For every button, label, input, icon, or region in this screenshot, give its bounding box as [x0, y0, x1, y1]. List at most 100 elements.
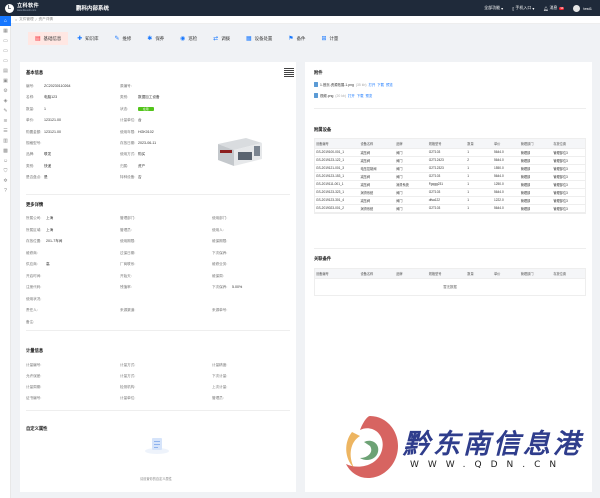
- mobile-entry-menu[interactable]: ▯ 手机入口 ▾: [512, 5, 534, 11]
- messages-button[interactable]: 🔔︎ 消息 99: [543, 5, 565, 11]
- download-link[interactable]: 下载: [377, 82, 384, 87]
- home-icon[interactable]: ⌂: [15, 18, 17, 22]
- table-cell: GS-2019023-001_2: [315, 204, 360, 213]
- document-icon[interactable]: ▤: [0, 66, 11, 76]
- info-field: 上次计量:: [212, 385, 232, 390]
- chevron-down-icon: ▾: [501, 5, 504, 11]
- table-row[interactable]: GS-2019100-001_1 减压阀 阀门 G2T103 1 5644.0 管理部 管理部…: [315, 148, 585, 157]
- field-label: 计量周期:: [26, 385, 42, 389]
- table-cell: 阀门: [395, 188, 428, 197]
- table-row[interactable]: GS-2019023-001_2 润滑系统 阀门 G2T103 1 5644.0 管理部 管理…: [315, 204, 585, 213]
- field-label: 计量单位:: [120, 118, 136, 123]
- shield-icon[interactable]: ⛉: [0, 166, 11, 176]
- field-label: 备注:: [26, 319, 35, 324]
- field-label: 计量方式:: [120, 363, 136, 367]
- info-field: 数量: 1: [26, 107, 46, 112]
- layers-icon[interactable]: ≋: [0, 116, 11, 126]
- grid-icon[interactable]: ▩: [0, 146, 11, 156]
- user-icon[interactable]: ☺: [0, 156, 11, 166]
- tab-5[interactable]: ⇄ 调拨: [206, 32, 237, 45]
- tab-7[interactable]: ⚑ 备件: [281, 32, 312, 45]
- asset-info-panel: 基本信息 更多详情 计量信息 自定义属性 请设置你的自定义属性 编号: ZC202…: [20, 62, 296, 492]
- field-value: 快递: [44, 163, 52, 168]
- transfer-icon: ⇄: [213, 36, 219, 42]
- info-field: 维修业务:: [212, 262, 232, 267]
- sidebar: ⌂ ▦ ▭ ▭ ▭ ▤ ▣ ⚙ ◈ ✎ ≋ ☰ ▥ ▩ ☺ ⛉ ✲?: [0, 16, 11, 498]
- more-details-title: 更多详情: [26, 202, 44, 207]
- tab-1[interactable]: ✚ 知识库: [70, 32, 105, 45]
- tab-label: 保养: [155, 35, 165, 41]
- settings-icon[interactable]: ✲: [0, 176, 11, 186]
- open-link[interactable]: 打开: [368, 82, 375, 87]
- qr-code-icon[interactable]: [284, 67, 294, 77]
- gear-icon[interactable]: ⚙: [0, 86, 11, 96]
- list-icon[interactable]: ☰: [0, 126, 11, 136]
- tab-4[interactable]: ◉ 巡检: [173, 32, 204, 45]
- chart-icon[interactable]: ▥: [0, 136, 11, 146]
- info-field: 下次保养: 5.00%: [212, 285, 242, 290]
- help-icon[interactable]: ?: [0, 186, 11, 196]
- table-cell: GS-2019123-323_1: [315, 188, 360, 197]
- field-value: 123121.00: [44, 118, 61, 123]
- info-field: 使用期限:: [120, 239, 140, 244]
- tab-8[interactable]: ⊞ 计量: [314, 32, 345, 45]
- field-label: 类别:: [26, 163, 35, 168]
- table-row[interactable]: GS-2019121-001_3 电压控制阀 阀门 G2T12323 1 1550.0 管理…: [315, 164, 585, 173]
- table-row[interactable]: GS-2019123-122_1 减压阀 阀门 G2T12423 2 5644.0 管理部管…: [315, 156, 585, 165]
- tab-6[interactable]: ▦ 设备处置: [239, 32, 279, 45]
- field-label: 使用部门:: [212, 216, 228, 220]
- tab-0[interactable]: ▤ 基础信息: [28, 32, 69, 45]
- user-menu[interactable]: test1: [573, 4, 592, 12]
- open-link[interactable]: 打开: [348, 93, 355, 98]
- info-field: 责任人:: [26, 308, 46, 313]
- field-label: 规格型号:: [26, 141, 42, 145]
- info-field: 过保日期:: [120, 251, 140, 256]
- tab-3[interactable]: ✱ 保养: [140, 32, 171, 45]
- folder-icon[interactable]: ▭: [0, 36, 11, 46]
- breadcrumb-item-files[interactable]: 文件管理: [19, 17, 33, 22]
- table-cell: 1: [466, 172, 493, 181]
- preview-link[interactable]: 预览: [366, 93, 373, 98]
- info-field: 使用年限: HGK0102: [120, 130, 154, 135]
- folder-icon[interactable]: ▭: [0, 56, 11, 66]
- info-field: 购置金额: 123121.00: [26, 130, 61, 135]
- cube-icon[interactable]: ◈: [0, 96, 11, 106]
- field-label: 开始天:: [120, 273, 132, 278]
- column-header: 存放位置: [552, 139, 585, 149]
- chevron-down-icon: ▾: [532, 5, 535, 11]
- calendar-icon[interactable]: ▦: [0, 26, 11, 36]
- table-row[interactable]: GS-2019123-323_1 润滑系统 阀门 G2T103 1 5644.0 管理部 管理…: [315, 188, 585, 197]
- tool-icon[interactable]: ✎: [0, 106, 11, 116]
- measure-icon: ⊞: [321, 36, 327, 42]
- all-functions-menu[interactable]: 全部功能 ▾: [484, 5, 503, 11]
- field-label: 注册代码:: [26, 285, 42, 289]
- info-field: 使用人:: [212, 228, 232, 233]
- table-cell: GS-2019123-153_1: [315, 172, 360, 181]
- info-field: 单价: 123121.00: [26, 118, 61, 123]
- tabs-bar: ▤ 基础信息 ✚ 知识库 ✎ 维修 ✱ 保养 ◉ 巡检 ⇄ 调拨 ▦ 设备处置 ⚑ 备件 ⊞ 计量: [11, 24, 600, 62]
- tab-label: 调拨: [221, 35, 230, 41]
- info-field: 归属: 资产: [120, 164, 145, 169]
- table-row[interactable]: GS-2019123-153_1 减压阀 阀门 G2T103 1 5644.0 管理部 管理部…: [315, 172, 585, 181]
- table-cell: 5644.0: [492, 188, 520, 197]
- field-label: 计量编号:: [26, 363, 42, 367]
- field-label: 允许误差:: [26, 374, 42, 378]
- field-label: 编号:: [26, 84, 35, 88]
- home-icon[interactable]: ⌂: [0, 16, 11, 26]
- box-icon[interactable]: ▣: [0, 76, 11, 86]
- preview-link[interactable]: 预览: [386, 82, 393, 87]
- info-field: 使用方式: 购买: [120, 152, 145, 157]
- field-label: 检测机构:: [120, 385, 136, 389]
- table-cell: 管理部位3: [552, 180, 585, 189]
- device-image[interactable]: [212, 130, 268, 172]
- field-label: 证书编号:: [26, 396, 42, 400]
- folder-icon[interactable]: ▭: [0, 46, 11, 56]
- info-field: 维修商:: [26, 251, 46, 256]
- info-field: 计量周期:: [26, 385, 46, 390]
- download-link[interactable]: 下载: [357, 93, 364, 98]
- message-count-badge: 99: [559, 6, 565, 10]
- info-field: 类别: 快递: [26, 164, 51, 169]
- table-row[interactable]: GS-2019111-001_1 减压阀 润滑系统 Fgqgg231 1 1250.0 管理…: [315, 180, 585, 189]
- tab-2[interactable]: ✎ 维修: [107, 32, 138, 45]
- table-row[interactable]: GS-2019123-301_4 减压阀 阀门 dfsa122 1 1222.0 管理部 管理…: [315, 196, 585, 205]
